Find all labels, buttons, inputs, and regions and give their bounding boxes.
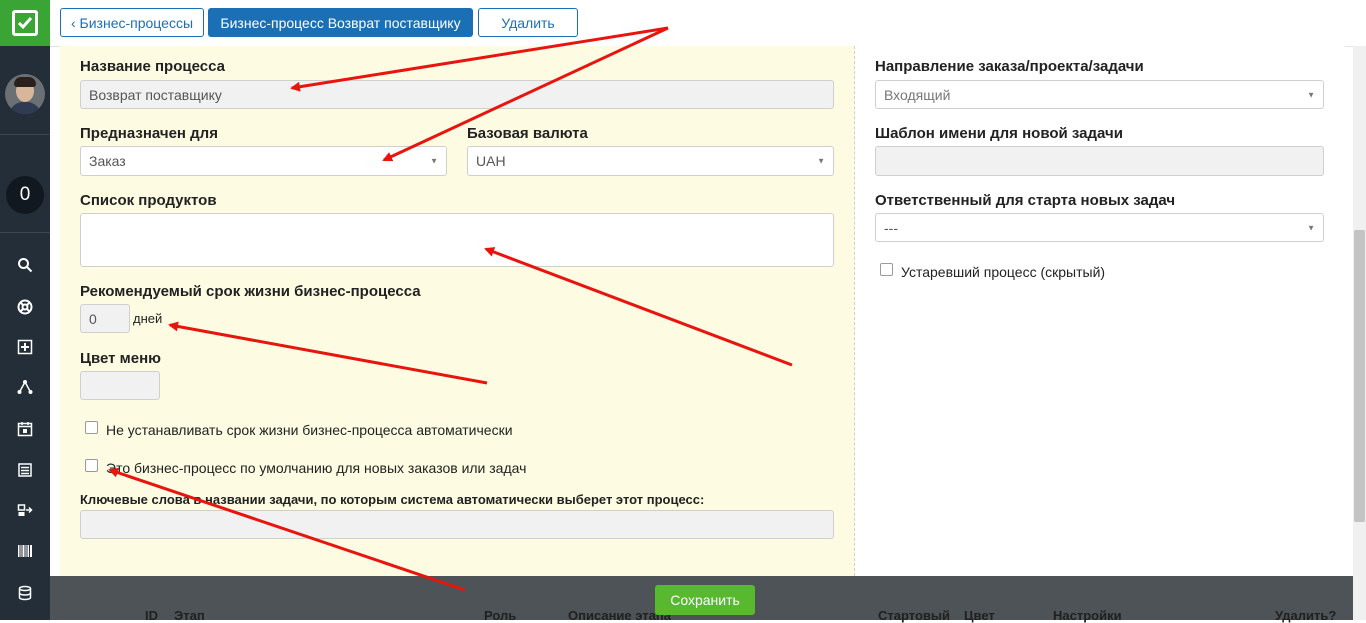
intended-for-select[interactable]: Заказ ▼ <box>80 146 447 176</box>
no-auto-lifetime-label: Не устанавливать срок жизни бизнес-проце… <box>106 422 513 438</box>
save-button[interactable]: Сохранить <box>655 585 755 615</box>
col-id: ID <box>145 608 158 623</box>
add-icon[interactable] <box>0 327 50 367</box>
product-list-input[interactable] <box>80 213 834 267</box>
process-name-input[interactable]: Возврат поставщику <box>80 80 834 109</box>
base-currency-label: Базовая валюта <box>467 125 588 142</box>
notification-counter[interactable]: 0 <box>6 176 44 214</box>
col-settings: Настройки <box>1053 608 1122 623</box>
direction-value: Входящий <box>884 86 951 103</box>
search-icon[interactable] <box>0 245 50 285</box>
caret-down-icon: ▼ <box>1307 223 1315 232</box>
sidebar: 0 <box>0 0 50 620</box>
caret-down-icon: ▼ <box>430 156 438 166</box>
default-process-checkbox[interactable] <box>85 459 98 472</box>
lifetime-unit: дней <box>133 311 163 326</box>
task-template-input[interactable] <box>875 146 1324 176</box>
direction-select[interactable]: Входящий ▼ <box>875 80 1324 109</box>
transfer-icon[interactable] <box>0 490 50 530</box>
intended-for-value: Заказ <box>89 153 126 169</box>
database-icon[interactable] <box>0 573 50 613</box>
back-to-processes-button[interactable]: ‹ Бизнес-процессы <box>60 8 204 37</box>
support-icon[interactable] <box>0 287 50 327</box>
responsible-label: Ответственный для старта новых задач <box>875 192 1176 209</box>
share-icon[interactable] <box>0 367 50 407</box>
default-process-label: Это бизнес-процесс по умолчанию для новы… <box>106 460 527 476</box>
keywords-label: Ключевые слова в названии задачи, по кот… <box>80 492 705 507</box>
base-currency-select[interactable]: UAH ▼ <box>467 146 834 176</box>
obsolete-label: Устаревший процесс (скрытый) <box>901 264 1106 280</box>
keywords-input[interactable] <box>80 510 834 539</box>
current-process-button[interactable]: Бизнес-процесс Возврат поставщику <box>208 8 473 37</box>
lifetime-label: Рекомендуемый срок жизни бизнес-процесса <box>80 283 421 300</box>
col-role: Роль <box>484 608 517 623</box>
barcode-icon[interactable] <box>0 531 50 571</box>
checkmark-icon <box>12 10 38 36</box>
menu-color-input[interactable] <box>80 371 160 400</box>
col-start: Стартовый <box>878 608 950 623</box>
process-name-label: Название процесса <box>80 58 225 75</box>
calendar-icon[interactable] <box>0 409 50 449</box>
col-delete: Удалить? <box>1275 608 1337 623</box>
list-icon[interactable] <box>0 450 50 490</box>
base-currency-value: UAH <box>476 153 506 169</box>
responsible-select[interactable]: --- ▼ <box>875 213 1324 242</box>
caret-down-icon: ▼ <box>1307 90 1315 99</box>
task-template-label: Шаблон имени для новой задачи <box>875 125 1123 142</box>
intended-for-label: Предназначен для <box>80 125 218 142</box>
obsolete-checkbox[interactable] <box>880 263 893 276</box>
product-list-label: Список продуктов <box>80 192 217 209</box>
no-auto-lifetime-checkbox[interactable] <box>85 421 98 434</box>
delete-button[interactable]: Удалить <box>478 8 578 37</box>
col-stage: Этап <box>174 608 205 623</box>
scrollbar-thumb[interactable] <box>1354 230 1365 522</box>
responsible-value: --- <box>884 219 898 236</box>
user-avatar[interactable] <box>5 74 45 114</box>
caret-down-icon: ▼ <box>817 156 825 166</box>
menu-color-label: Цвет меню <box>80 350 161 367</box>
lifetime-input[interactable]: 0 <box>80 304 130 333</box>
col-color: Цвет <box>964 608 995 623</box>
direction-label: Направление заказа/проекта/задачи <box>875 58 1144 75</box>
app-logo[interactable] <box>0 0 50 46</box>
